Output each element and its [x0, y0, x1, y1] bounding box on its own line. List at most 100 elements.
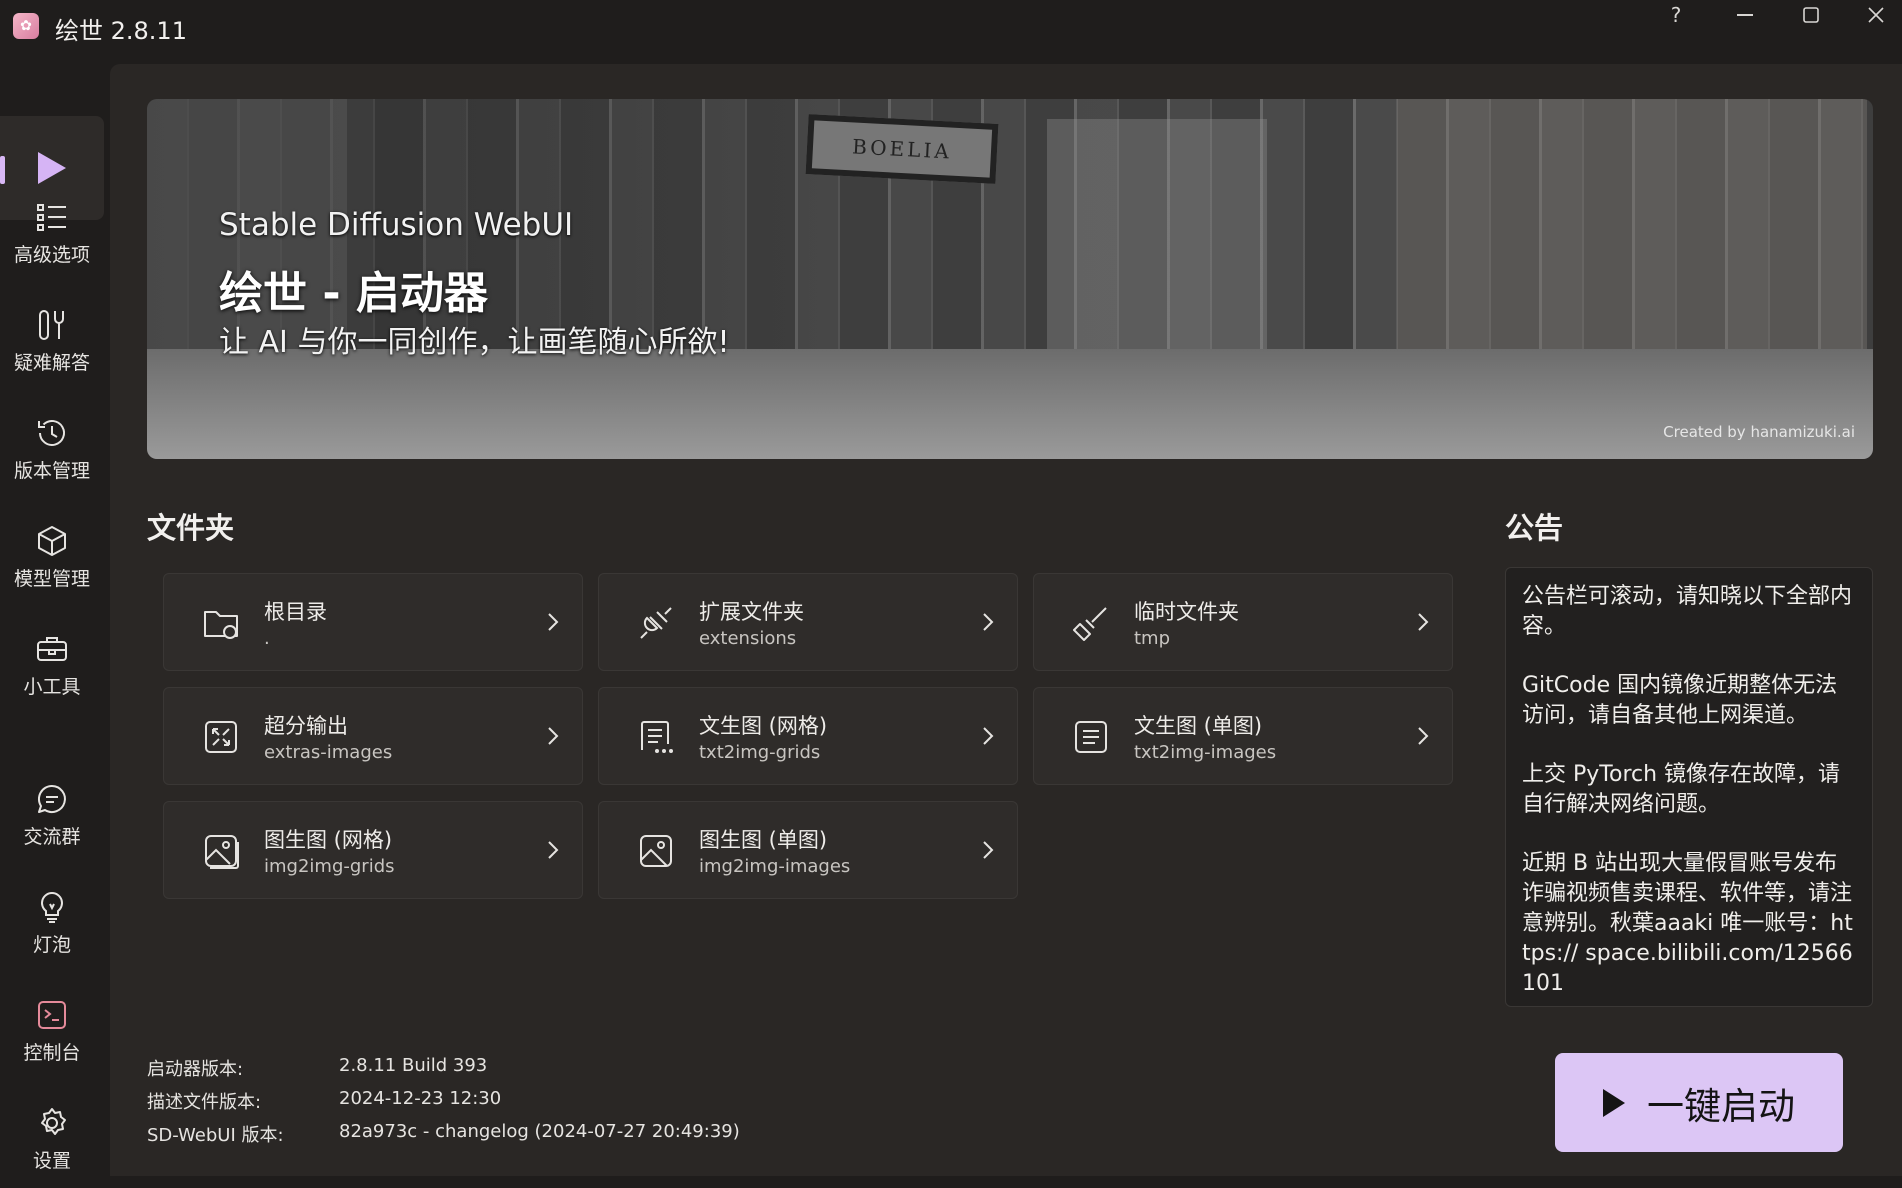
folders-title: 文件夹: [147, 511, 235, 545]
terminal-icon: [38, 1001, 66, 1029]
desc-version-label: 描述文件版本:: [147, 1092, 262, 1113]
sidebar-item-label: 高级选项: [13, 244, 90, 266]
folder-path: extensions: [699, 628, 797, 649]
banner-street-sign: BOELIA: [805, 114, 999, 184]
folder-path: img2img-images: [699, 856, 851, 877]
folder-card-txt2img-grids[interactable]: 文生图 (网格) txt2img-grids: [598, 687, 1018, 785]
plug-icon: [640, 607, 672, 639]
banner-credit: Created by hanamizuki.ai: [1663, 423, 1855, 441]
banner-slogan: 让 AI 与你一同创作，让画笔随心所欲!: [219, 325, 730, 360]
banner-title: 绘世 - 启动器: [219, 268, 488, 319]
folder-name: 图生图 (网格): [264, 828, 393, 852]
folder-name: 扩展文件夹: [699, 600, 804, 624]
gear-icon: [41, 1108, 66, 1135]
list-icon: [37, 204, 66, 231]
history-icon: [38, 420, 65, 446]
text-doc-icon: [1075, 721, 1107, 753]
banner-building: [1047, 119, 1267, 379]
folder-name: 文生图 (网格): [699, 714, 828, 738]
folder-path: extras-images: [264, 742, 393, 763]
notice-paragraph: 公告栏可滚动，请知晓以下全部内容。: [1522, 584, 1853, 639]
chevron-right-icon: [548, 727, 559, 745]
folder-path: txt2img-images: [1134, 742, 1277, 763]
active-indicator: [0, 156, 5, 184]
sidebar-item-settings[interactable]: 设置: [0, 1088, 104, 1188]
sidebar-item-versions[interactable]: 版本管理: [0, 398, 104, 498]
folder-name: 临时文件夹: [1134, 600, 1239, 624]
folder-path: .: [264, 628, 270, 649]
close-icon: [1868, 7, 1884, 23]
sidebar-item-community[interactable]: 交流群: [0, 764, 104, 864]
close-button[interactable]: [1848, 0, 1902, 30]
sidebar-item-label: 模型管理: [13, 568, 90, 590]
sidebar-item-label: 小工具: [23, 676, 81, 698]
sidebar-item-label: 控制台: [23, 1042, 81, 1064]
sidebar-item-label: 灯泡: [32, 934, 71, 956]
app-logo-icon: ✿: [13, 13, 39, 39]
sidebar: 高级选项 疑难解答 版本管理 模型管理 小工具 交流群 灯泡 控制台 设置: [0, 52, 104, 1176]
minimize-button[interactable]: [1717, 0, 1773, 30]
banner-building: [1397, 99, 1867, 379]
chevron-right-icon: [1418, 727, 1429, 745]
chevron-right-icon: [548, 613, 559, 631]
desc-version-value: 2024-12-23 12:30: [339, 1088, 502, 1109]
sidebar-item-label: 设置: [32, 1150, 71, 1172]
sidebar-item-advanced[interactable]: 高级选项: [0, 182, 104, 282]
chevron-right-icon: [1418, 613, 1429, 631]
play-icon: [1603, 1088, 1625, 1117]
text-grid-icon: [641, 721, 673, 753]
minimize-icon: [1737, 14, 1753, 16]
image-icon: [640, 835, 672, 867]
chevron-right-icon: [983, 841, 994, 859]
folder-card-img2img-grids[interactable]: 图生图 (网格) img2img-grids: [163, 801, 583, 899]
broom-icon: [1073, 607, 1107, 641]
play-icon: [38, 152, 66, 184]
folder-name: 图生图 (单图): [699, 828, 828, 852]
folder-card-txt2img-images[interactable]: 文生图 (单图) txt2img-images: [1033, 687, 1453, 785]
chevron-right-icon: [983, 613, 994, 631]
chevron-right-icon: [548, 841, 559, 859]
help-icon[interactable]: ?: [1648, 0, 1704, 30]
banner-road: [147, 349, 1873, 459]
launcher-version-label: 启动器版本:: [147, 1059, 244, 1080]
sidebar-item-tools[interactable]: 小工具: [0, 614, 104, 714]
notice-panel[interactable]: 公告栏可滚动，请知晓以下全部内容。 GitCode 国内镜像近期整体无法访问，请…: [1505, 567, 1873, 1007]
cube-icon: [38, 526, 66, 556]
maximize-icon: [1803, 7, 1819, 23]
toolbox-icon: [37, 637, 67, 661]
folder-path: img2img-grids: [264, 856, 395, 877]
folder-card-root[interactable]: 根目录 .: [163, 573, 583, 671]
notice-paragraph: 上交 PyTorch 镜像存在故障，请自行解决网络问题。: [1522, 762, 1841, 817]
chevron-right-icon: [983, 727, 994, 745]
chat-icon: [37, 784, 66, 813]
app-title: 绘世 2.8.11: [55, 17, 187, 45]
folder-card-extensions[interactable]: 扩展文件夹 extensions: [598, 573, 1018, 671]
folder-card-tmp[interactable]: 临时文件夹 tmp: [1033, 573, 1453, 671]
maximize-button[interactable]: [1783, 0, 1839, 30]
launcher-version-value: 2.8.11 Build 393: [339, 1055, 488, 1076]
sidebar-item-console[interactable]: 控制台: [0, 980, 104, 1080]
launch-button-label: 一键启动: [1647, 1084, 1795, 1128]
image-grid-icon: [205, 835, 239, 869]
folder-card-img2img-images[interactable]: 图生图 (单图) img2img-images: [598, 801, 1018, 899]
sidebar-item-lightbulb[interactable]: 灯泡: [0, 872, 104, 972]
folder-name: 根目录: [264, 600, 327, 624]
sidebar-item-label: 版本管理: [13, 460, 90, 482]
upscale-icon: [205, 721, 237, 753]
sidebar-item-label: 交流群: [23, 826, 81, 848]
sidebar-item-label: 疑难解答: [13, 352, 90, 374]
folder-path: tmp: [1134, 628, 1171, 649]
lightbulb-icon: [41, 891, 63, 923]
banner: BOELIA Stable Diffusion WebUI 绘世 - 启动器 让…: [147, 99, 1873, 459]
notice-paragraph: 近期 B 站出现大量假冒账号发布诈骗视频售卖课程、软件等，请注意辨别。秋葉aaa…: [1522, 851, 1853, 996]
webui-version-value: 82a973c - changelog (2024-07-27 20:49:39…: [339, 1121, 740, 1142]
notice-paragraph: GitCode 国内镜像近期整体无法访问，请自备其他上网渠道。: [1522, 673, 1838, 728]
folder-card-extras[interactable]: 超分输出 extras-images: [163, 687, 583, 785]
banner-subtitle: Stable Diffusion WebUI: [219, 207, 574, 243]
webui-version-label: SD-WebUI 版本:: [147, 1125, 284, 1146]
sidebar-item-models[interactable]: 模型管理: [0, 506, 104, 606]
sidebar-item-troubleshoot[interactable]: 疑难解答: [0, 290, 104, 390]
folder-name: 文生图 (单图): [1134, 714, 1263, 738]
folder-icon: [204, 611, 238, 639]
one-click-launch-button[interactable]: 一键启动: [1555, 1053, 1843, 1152]
